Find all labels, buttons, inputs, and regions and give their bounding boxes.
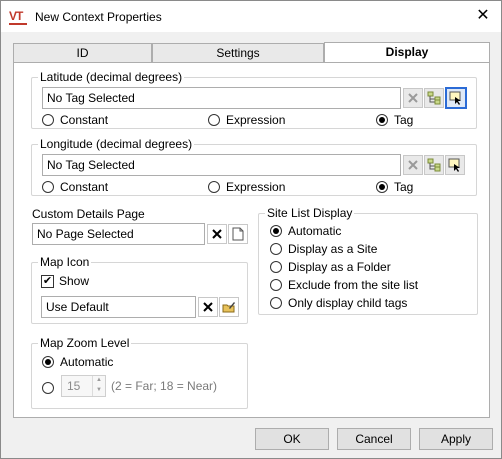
longitude-expression-label: Expression (226, 180, 286, 194)
map-zoom-custom-radio[interactable] (42, 381, 60, 395)
tag-tree-icon (427, 91, 441, 105)
site-list-automatic-radio[interactable]: Automatic (270, 224, 341, 238)
latitude-tag-radio[interactable]: Tag (376, 113, 413, 127)
page-icon (232, 227, 244, 241)
apply-button[interactable]: Apply (419, 428, 493, 450)
tag-select-icon (448, 158, 460, 172)
custom-details-label: Custom Details Page (32, 207, 145, 221)
map-zoom-automatic-label: Automatic (60, 355, 114, 369)
app-logo-icon: VT (9, 9, 27, 25)
folder-edit-icon (222, 302, 235, 313)
display-tab-panel: Latitude (decimal degrees) No Tag Select… (13, 62, 490, 418)
tag-select-icon (449, 91, 461, 105)
radio-circle (42, 114, 54, 126)
latitude-tag-tree-button[interactable] (424, 88, 444, 108)
map-zoom-level-spinner[interactable]: 15 ▲ ▼ (61, 375, 106, 397)
site-list-option-label: Only display child tags (288, 296, 408, 310)
longitude-tag-radio[interactable]: Tag (376, 180, 413, 194)
radio-circle (208, 181, 220, 193)
site-list-option-label: Display as a Site (288, 242, 378, 256)
radio-circle (270, 243, 282, 255)
checkmark-icon: ✔ (41, 274, 54, 288)
window-title: New Context Properties (35, 10, 162, 24)
latitude-constant-label: Constant (60, 113, 109, 127)
longitude-tag-select-button[interactable] (445, 155, 465, 175)
longitude-expression-radio[interactable]: Expression (208, 180, 285, 194)
map-zoom-hint: (2 = Far; 18 = Near) (111, 379, 218, 393)
x-icon (408, 93, 418, 103)
site-list-child-tags-radio[interactable]: Only display child tags (270, 296, 407, 310)
latitude-tag-label: Tag (394, 113, 414, 127)
radio-circle-selected (42, 356, 54, 368)
map-zoom-automatic-radio[interactable]: Automatic (42, 355, 113, 369)
radio-circle (270, 297, 282, 309)
map-zoom-level-value: 15 (67, 379, 81, 393)
map-zoom-group-label: Map Zoom Level (38, 336, 132, 350)
map-icon-show-label: Show (59, 274, 90, 288)
map-icon-edit-button[interactable] (219, 297, 239, 317)
tag-tree-icon (427, 158, 441, 172)
longitude-clear-button[interactable] (403, 155, 423, 175)
latitude-tag-select-button[interactable] (445, 87, 467, 109)
radio-circle (208, 114, 220, 126)
latitude-group: Latitude (decimal degrees) No Tag Select… (31, 70, 477, 129)
spin-down-icon[interactable]: ▼ (93, 386, 105, 396)
radio-circle (42, 382, 54, 394)
ok-button[interactable]: OK (255, 428, 329, 450)
longitude-constant-label: Constant (60, 180, 109, 194)
title-bar: VT New Context Properties ✕ (1, 1, 501, 32)
x-icon (408, 160, 418, 170)
tab-strip: ID Settings Display (13, 42, 490, 64)
latitude-tag-field[interactable]: No Tag Selected (42, 87, 401, 109)
x-icon (212, 229, 222, 239)
close-icon[interactable]: ✕ (473, 6, 493, 26)
site-list-option-label: Automatic (288, 224, 342, 238)
dialog-window: VT New Context Properties ✕ ID Settings … (0, 0, 502, 459)
site-list-option-label: Exclude from the site list (288, 278, 419, 292)
x-icon (203, 302, 213, 312)
site-list-display-group: Site List Display Automatic Display as a… (258, 206, 478, 315)
longitude-group-label: Longitude (decimal degrees) (38, 137, 195, 151)
site-list-display-label: Site List Display (265, 206, 355, 220)
tab-display[interactable]: Display (324, 42, 490, 64)
custom-details-page-button[interactable] (228, 224, 248, 244)
radio-circle (270, 261, 282, 273)
latitude-constant-radio[interactable]: Constant (42, 113, 108, 127)
map-icon-field[interactable]: Use Default (41, 296, 196, 318)
radio-circle-selected (376, 181, 388, 193)
radio-circle-selected (270, 225, 282, 237)
latitude-expression-radio[interactable]: Expression (208, 113, 285, 127)
custom-details-page-field[interactable]: No Page Selected (32, 223, 205, 245)
longitude-tag-label: Tag (394, 180, 414, 194)
site-list-folder-radio[interactable]: Display as a Folder (270, 260, 391, 274)
latitude-clear-button[interactable] (403, 88, 423, 108)
site-list-site-radio[interactable]: Display as a Site (270, 242, 377, 256)
site-list-option-label: Display as a Folder (288, 260, 391, 274)
longitude-group: Longitude (decimal degrees) No Tag Selec… (31, 137, 477, 196)
tab-id[interactable]: ID (13, 43, 152, 63)
radio-circle (270, 279, 282, 291)
site-list-exclude-radio[interactable]: Exclude from the site list (270, 278, 418, 292)
map-icon-group-label: Map Icon (38, 255, 92, 269)
map-icon-clear-button[interactable] (198, 297, 218, 317)
map-zoom-group: Map Zoom Level Automatic 15 ▲ ▼ (2 = Far… (31, 336, 248, 409)
latitude-expression-label: Expression (226, 113, 286, 127)
spin-up-icon[interactable]: ▲ (93, 376, 105, 386)
longitude-tag-tree-button[interactable] (424, 155, 444, 175)
latitude-group-label: Latitude (decimal degrees) (38, 70, 185, 84)
radio-circle (42, 181, 54, 193)
cancel-button[interactable]: Cancel (337, 428, 411, 450)
longitude-tag-field[interactable]: No Tag Selected (42, 154, 401, 176)
longitude-constant-radio[interactable]: Constant (42, 180, 108, 194)
map-icon-group: Map Icon ✔ Show Use Default (31, 255, 248, 324)
radio-circle-selected (376, 114, 388, 126)
map-icon-show-checkbox[interactable]: ✔ Show (41, 274, 89, 288)
tab-settings[interactable]: Settings (152, 43, 324, 63)
custom-details-clear-button[interactable] (207, 224, 227, 244)
spinner-arrows: ▲ ▼ (92, 376, 105, 396)
